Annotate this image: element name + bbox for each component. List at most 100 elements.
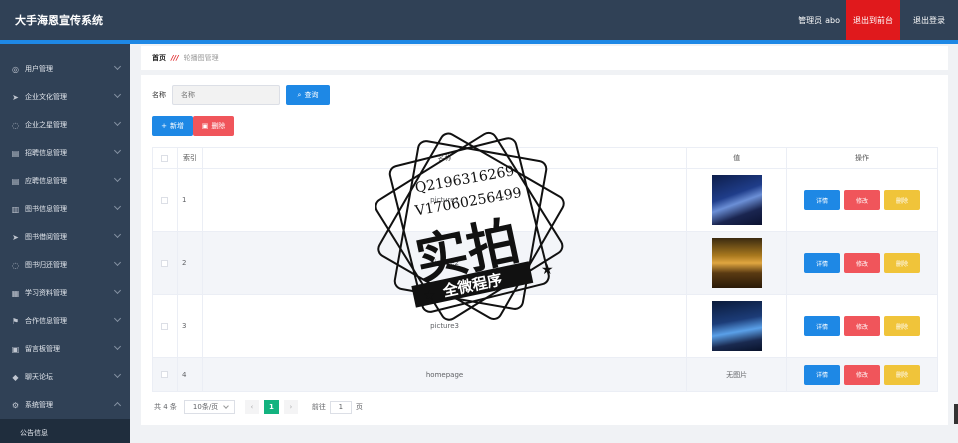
sidebar-item-recruit[interactable]: ▤ 招聘信息管理 — [0, 139, 130, 167]
row-index: 1 — [176, 168, 203, 232]
chevron-down-icon — [113, 286, 122, 295]
sidebar-item-system[interactable]: ⚙ 系统管理 — [0, 391, 130, 419]
query-button[interactable]: ⌕ 查询 — [286, 85, 330, 105]
add-button-label: 新增 — [169, 122, 184, 130]
query-button-label: 查询 — [304, 91, 319, 99]
detail-button[interactable]: 详情 — [804, 364, 841, 385]
user-icon: ◎ — [12, 64, 19, 74]
row-ops: 详情 修改 删除 — [786, 168, 938, 232]
add-button[interactable]: + 新增 — [152, 116, 193, 136]
goto-page-input[interactable]: 1 — [329, 400, 352, 414]
batch-delete-label: 删除 — [211, 122, 226, 130]
sidebar-item-culture[interactable]: ➤ 企业文化管理 — [0, 83, 130, 111]
sidebar-item-message[interactable]: ▣ 留言板管理 — [0, 335, 130, 363]
row-ops: 详情 修改 删除 — [786, 357, 938, 392]
breadcrumb-home[interactable]: 首页 — [152, 53, 166, 63]
edit-button[interactable]: 修改 — [844, 190, 881, 210]
detail-button[interactable]: 详情 — [804, 253, 841, 273]
delete-button[interactable]: 删除 — [884, 364, 921, 385]
sidebar-item-study[interactable]: ▦ 学习资料管理 — [0, 279, 130, 307]
pager-total: 共 4 条 — [154, 403, 177, 411]
select-cell — [152, 231, 178, 295]
logout-button[interactable]: 退出登录 — [900, 15, 958, 26]
table-row: 3 picture3 详情 修改 删除 — [152, 294, 938, 358]
sidebar-item-label: 图书归还管理 — [25, 261, 67, 269]
sidebar-item-star[interactable]: ◌ 企业之星管理 — [0, 111, 130, 139]
top-header: 大手海恩宣传系统 管理员 abo 退出到前台 退出登录 — [0, 0, 958, 40]
data-table: 索引 名称 值 操作 1 picture1 详情 修改 删除 2 picture… — [152, 147, 938, 392]
carousel-thumbnail[interactable] — [711, 175, 762, 225]
scrollbar-thumb[interactable] — [954, 404, 958, 424]
sidebar-item-books[interactable]: ▥ 图书信息管理 — [0, 195, 130, 223]
sidebar-item-label: 企业之星管理 — [25, 121, 67, 129]
circle-icon: ◌ — [12, 120, 19, 130]
row-checkbox[interactable] — [161, 322, 169, 330]
detail-button[interactable]: 详情 — [804, 316, 841, 336]
row-checkbox[interactable] — [161, 196, 169, 204]
breadcrumb-separator: /// — [171, 54, 179, 62]
page-size-select[interactable]: 10条/页 — [183, 400, 235, 414]
folder-icon: ▦ — [11, 288, 20, 298]
edit-button[interactable]: 修改 — [844, 364, 881, 385]
trash-icon: ▣ — [201, 122, 209, 130]
select-all-checkbox[interactable] — [161, 154, 169, 162]
doc-icon: ▤ — [11, 148, 20, 158]
delete-button[interactable]: 删除 — [884, 316, 921, 336]
sidebar: ◎ 用户管理 ➤ 企业文化管理 ◌ 企业之星管理 ▤ 招聘信息管理 ▤ 应聘信息… — [0, 44, 130, 443]
row-checkbox[interactable] — [161, 371, 169, 378]
edit-button[interactable]: 修改 — [844, 316, 881, 336]
row-name: picture3 — [201, 294, 688, 358]
sidebar-item-label: 留言板管理 — [25, 345, 60, 353]
row-index: 3 — [176, 294, 203, 358]
carousel-thumbnail[interactable] — [711, 238, 762, 288]
next-page-button[interactable]: › — [283, 400, 298, 414]
exit-to-front-button[interactable]: 退出到前台 — [846, 0, 900, 40]
chevron-up-icon — [113, 401, 122, 410]
sidebar-item-cooperation[interactable]: ⚑ 合作信息管理 — [0, 307, 130, 335]
book-icon: ▥ — [11, 204, 20, 214]
row-value: 无图片 — [686, 357, 788, 392]
detail-button[interactable]: 详情 — [804, 190, 841, 210]
edit-button[interactable]: 修改 — [844, 253, 881, 273]
sidebar-item-label: 图书信息管理 — [25, 205, 67, 213]
admin-info: 管理员 abo — [795, 15, 840, 26]
admin-label: 管理员 — [798, 15, 823, 25]
chevron-down-icon — [113, 146, 122, 155]
sidebar-item-label: 图书借阅管理 — [25, 233, 67, 241]
circle-icon: ◌ — [12, 260, 19, 270]
sidebar-item-apply[interactable]: ▤ 应聘信息管理 — [0, 167, 130, 195]
send-icon: ➤ — [12, 92, 19, 102]
chevron-down-icon — [113, 258, 122, 267]
gear-icon: ⚙ — [11, 400, 20, 410]
sidebar-item-return[interactable]: ◌ 图书归还管理 — [0, 251, 130, 279]
sidebar-item-forum[interactable]: ◆ 聊天论坛 — [0, 363, 130, 391]
prev-page-button[interactable]: ‹ — [244, 400, 259, 414]
select-cell — [152, 357, 178, 392]
row-checkbox[interactable] — [161, 259, 169, 267]
select-cell — [152, 168, 178, 232]
chat-icon: ◆ — [12, 372, 19, 382]
delete-button[interactable]: 删除 — [884, 190, 921, 210]
page-suffix: 页 — [355, 403, 363, 411]
table-row: 2 picture2 详情 修改 删除 — [152, 231, 938, 295]
page-number-active[interactable]: 1 — [263, 400, 279, 414]
doc-icon: ▤ — [11, 176, 20, 186]
search-input[interactable] — [172, 85, 280, 105]
row-value-cell — [686, 168, 788, 232]
carousel-thumbnail[interactable] — [711, 301, 762, 351]
select-cell — [152, 294, 178, 358]
row-index: 2 — [176, 231, 203, 295]
sidebar-item-label: 招聘信息管理 — [25, 149, 67, 157]
chevron-down-icon — [113, 230, 122, 239]
table-row: 4 homepage 无图片 详情 修改 删除 — [152, 357, 938, 392]
batch-delete-button[interactable]: ▣ 删除 — [193, 116, 234, 136]
sidebar-subitem-notice[interactable]: 公告信息 — [0, 419, 130, 443]
row-ops: 详情 修改 删除 — [786, 294, 938, 358]
delete-button[interactable]: 删除 — [884, 253, 921, 273]
sidebar-item-borrow[interactable]: ➤ 图书借阅管理 — [0, 223, 130, 251]
sidebar-item-users[interactable]: ◎ 用户管理 — [0, 55, 130, 83]
header-value: 值 — [686, 147, 788, 169]
sidebar-item-label: 应聘信息管理 — [25, 177, 67, 185]
flag-icon: ⚑ — [11, 316, 20, 326]
row-name: homepage — [201, 357, 688, 392]
